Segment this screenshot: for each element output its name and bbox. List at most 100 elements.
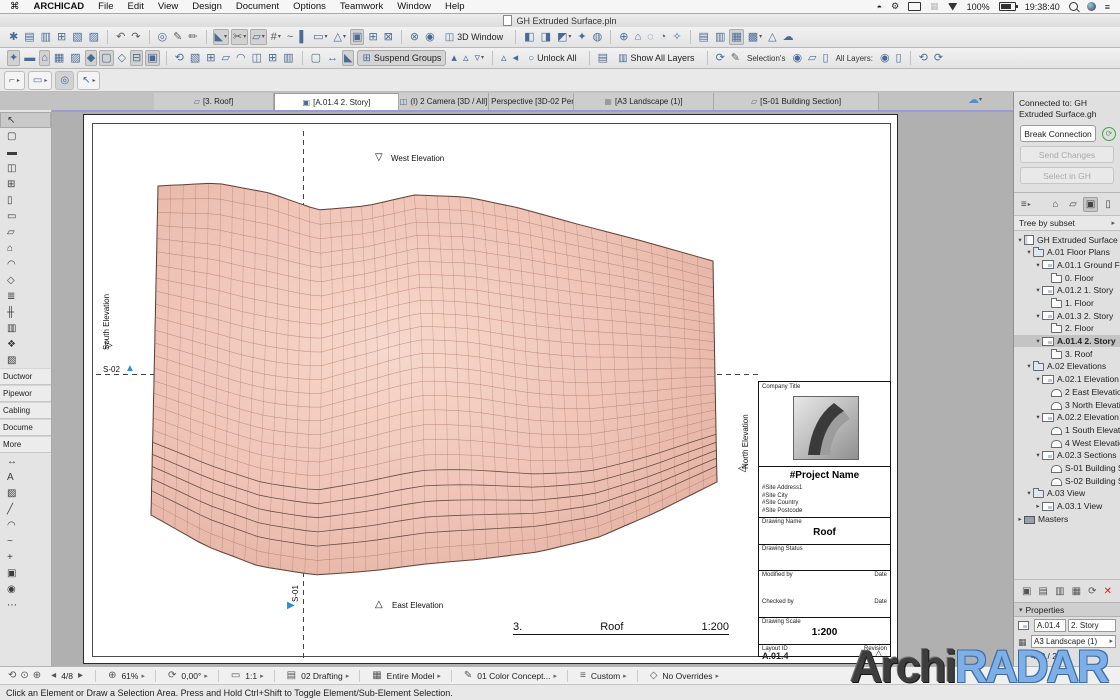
arc-tool[interactable]: ◠ xyxy=(0,517,51,533)
layers-quick-icon[interactable]: ▣ xyxy=(350,29,364,45)
zoom-history-back-icon[interactable]: ⟲ xyxy=(8,670,16,681)
aspect-ratio-combo[interactable]: ▭1:1▸ xyxy=(229,670,264,681)
tree-expander-icon[interactable]: ▾ xyxy=(1025,248,1033,256)
zoom-in-icon[interactable]: ⊕ xyxy=(33,670,41,681)
mirror-icon[interactable]: ▧ xyxy=(188,50,202,66)
all-layers-solid-icon[interactable]: ▯ xyxy=(894,50,904,66)
graphic-overrides-combo[interactable]: ◇No Overrides▸ xyxy=(648,670,719,681)
shell-tool[interactable]: ◠ xyxy=(0,256,51,272)
hide-selection-icon[interactable]: ▱ xyxy=(806,50,818,66)
suspend-groups-button[interactable]: ⊞Suspend Groups xyxy=(357,50,446,66)
roof-tool[interactable]: ⌂ xyxy=(0,240,51,256)
section-s02-marker-icon[interactable]: ▲ xyxy=(125,364,135,374)
menu-item-view[interactable]: View xyxy=(158,1,178,12)
camera-tool[interactable]: ◉ xyxy=(0,581,51,597)
select-thick-icon[interactable]: ◇ xyxy=(116,50,128,66)
marquee-thin-icon[interactable]: ▢ xyxy=(99,50,113,66)
tree-expander-icon[interactable]: ▾ xyxy=(1034,286,1042,294)
slab-tool[interactable]: ▱ xyxy=(0,224,51,240)
front-view-icon[interactable]: ◧ xyxy=(522,29,536,45)
tree-item[interactable]: ▾A.02.3 Sections xyxy=(1014,449,1120,462)
teamwork-send-icon[interactable]: △ xyxy=(766,29,778,45)
tree-item[interactable]: 2 East Elevation xyxy=(1014,386,1120,399)
tree-expander-icon[interactable]: ▾ xyxy=(1034,312,1042,320)
menu-item-edit[interactable]: Edit xyxy=(127,1,143,12)
organizer-icon[interactable]: ▧ xyxy=(70,29,84,45)
elevate-icon[interactable]: ◫ xyxy=(250,50,264,66)
tree-expander-icon[interactable]: ▸ xyxy=(1034,502,1042,510)
open-icon[interactable]: ▤ xyxy=(22,29,36,45)
east-elevation-label[interactable]: East Elevation xyxy=(392,601,443,610)
curtain-wall-tool[interactable]: ▥ xyxy=(0,320,51,336)
paste-icon[interactable]: ▥ xyxy=(713,29,727,45)
notification-center-icon[interactable]: ≡ xyxy=(1105,2,1110,12)
clock[interactable]: 19:38:40 xyxy=(1025,2,1060,12)
3d-window-button[interactable]: ◫3D Window xyxy=(440,29,508,45)
distribute-icon[interactable]: ▥ xyxy=(281,50,295,66)
quick-layers-icon[interactable]: ▣ xyxy=(145,50,159,66)
unlock-all-button[interactable]: ○Unlock All xyxy=(523,50,582,66)
tree-item[interactable]: ▾A.01.1 Ground Floor xyxy=(1014,259,1120,272)
marquee-options-icon[interactable]: ▭▾ xyxy=(311,29,329,45)
plot-icon[interactable]: ▨ xyxy=(87,29,101,45)
stair-tool[interactable]: ≣ xyxy=(0,288,51,304)
tab-3[interactable]: ◫(I) 2 Camera [3D / All] xyxy=(399,93,489,110)
tab-5[interactable]: ▦[A3 Landscape (1)] xyxy=(574,93,714,110)
show-all-layers-button[interactable]: ▥Show All Layers xyxy=(613,50,700,66)
favorites-icon[interactable]: ✦ xyxy=(7,50,20,66)
work-environment-icon[interactable]: ▩▾ xyxy=(746,29,764,45)
spotlight-icon[interactable] xyxy=(1069,2,1078,11)
spline-tool[interactable]: ~ xyxy=(0,533,51,549)
magic-wand-icon[interactable]: ~ xyxy=(285,29,295,45)
paste-special-icon[interactable]: ▦ xyxy=(729,29,743,45)
redraw-icon[interactable]: ⟲ xyxy=(917,50,930,66)
text-tool[interactable]: A xyxy=(0,469,51,485)
layout-book-icon[interactable]: ▣ xyxy=(1083,197,1099,212)
toolbox-group-more[interactable]: More xyxy=(0,436,51,453)
tree-item[interactable]: 3. Roof xyxy=(1014,347,1120,360)
rotate-icon[interactable]: ⟲ xyxy=(173,50,186,66)
select-diamond-icon[interactable]: ◆ xyxy=(85,50,97,66)
menu-item-file[interactable]: File xyxy=(98,1,113,12)
project-map-icon[interactable]: ⌂ xyxy=(1048,197,1064,212)
wifi-icon[interactable] xyxy=(948,3,958,11)
grid-display-icon[interactable]: ⊞ xyxy=(366,29,379,45)
update-icon[interactable]: ⟳ xyxy=(1088,586,1096,597)
axonometry-icon[interactable]: ◨ xyxy=(539,29,553,45)
new-layout-icon[interactable]: ▣ xyxy=(1022,586,1031,597)
window-tool[interactable]: ⊞ xyxy=(0,176,51,192)
zoom-out-icon[interactable]: ⊙ xyxy=(20,670,28,681)
hatch-preset-icon[interactable]: ▨ xyxy=(68,50,82,66)
toolbox-group-cabling[interactable]: Cabling xyxy=(0,402,51,419)
mesh-preset-icon[interactable]: ▦ xyxy=(52,50,66,66)
tree-item[interactable]: 3 North Elevation xyxy=(1014,398,1120,411)
layout-id-field[interactable]: A.01.4 xyxy=(1034,619,1066,632)
west-elevation-marker-icon[interactable]: ▽ xyxy=(375,153,383,163)
wall-tool[interactable]: ▬ xyxy=(0,144,51,160)
column-tool[interactable]: ▯ xyxy=(0,192,51,208)
properties-header[interactable]: ▾ Properties xyxy=(1014,602,1120,617)
notification-app-icon[interactable]: ◓ xyxy=(877,2,882,12)
guide-lines-icon[interactable]: ◣▾ xyxy=(213,29,229,45)
tree-item[interactable]: ▾GH Extruded Surface xyxy=(1014,233,1120,246)
save-icon[interactable]: ▥ xyxy=(39,29,53,45)
tab-2[interactable]: ▣[A.01.4 2. Story] xyxy=(274,93,399,110)
trim-icon[interactable]: ✂▾ xyxy=(231,29,248,45)
tab-6[interactable]: ▱[S-01 Building Section] xyxy=(714,93,879,110)
gravity-icon[interactable]: ▌ xyxy=(297,29,309,45)
marquee-tool[interactable]: ▢ xyxy=(0,128,51,144)
snap-guides-icon[interactable]: ▱▾ xyxy=(250,29,266,45)
tree-expander-icon[interactable]: ▾ xyxy=(1034,375,1042,383)
pager-next-icon[interactable]: ▸ xyxy=(78,670,83,681)
layer-settings-icon[interactable]: ▤ xyxy=(596,50,610,66)
cloud-sync-icon[interactable]: ☁ xyxy=(781,29,796,45)
tab-1[interactable]: ▱[3. Roof] xyxy=(154,93,274,110)
select-group-icon[interactable]: ⊟ xyxy=(130,50,143,66)
perspective-icon[interactable]: ◩▾ xyxy=(555,29,573,45)
new-master-icon[interactable]: ▥ xyxy=(1055,586,1064,597)
south-elevation-marker-icon[interactable]: ▷ xyxy=(105,341,113,351)
grid-snap-icon[interactable]: #▾ xyxy=(269,29,283,45)
tree-item[interactable]: S-01 Building Sec xyxy=(1014,462,1120,475)
explore-model-icon[interactable]: ✦ xyxy=(575,29,588,45)
railing-tool[interactable]: ╫ xyxy=(0,304,51,320)
